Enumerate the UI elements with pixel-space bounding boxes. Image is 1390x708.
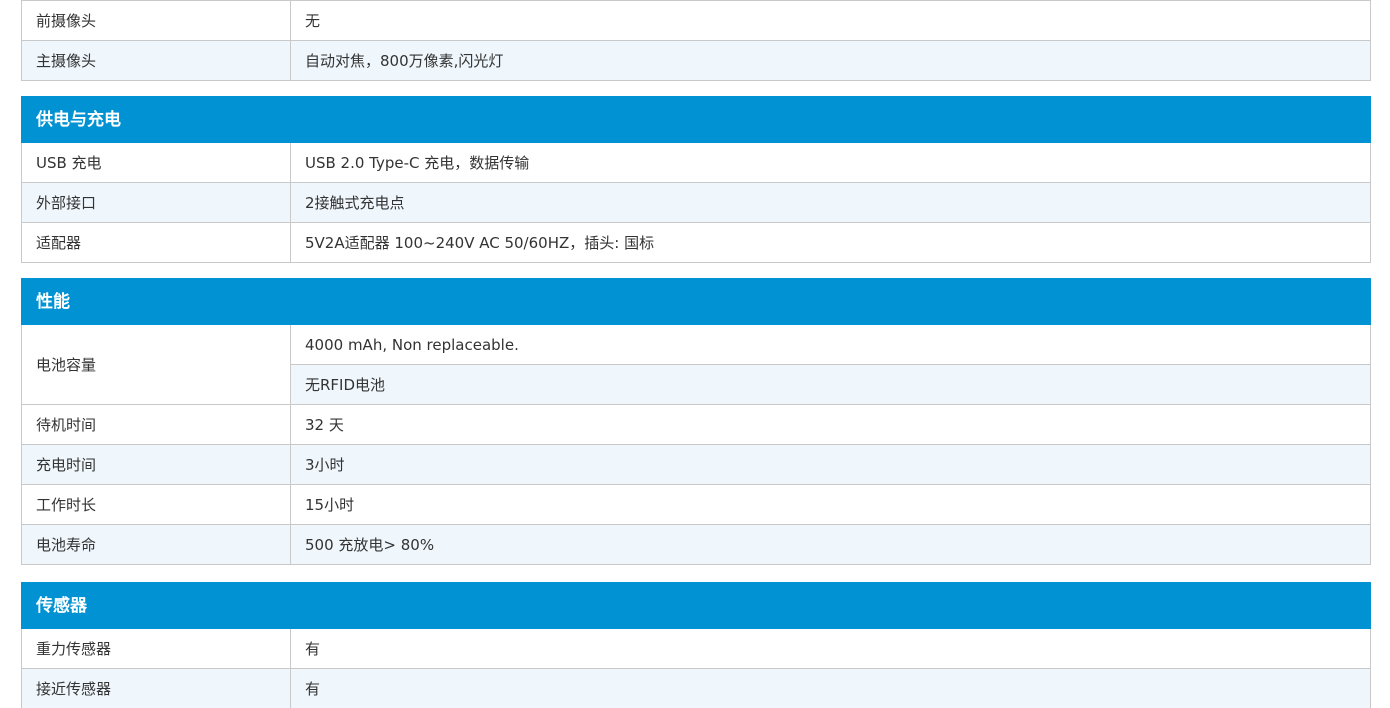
spec-page: 前摄像头 无 主摄像头 自动对焦，800万像素,闪光灯 供电与充电 USB 充电…: [0, 0, 1390, 708]
spec-label: 接近传感器: [21, 668, 291, 708]
table-row: 外部接口 2接触式充电点: [21, 182, 1371, 223]
spec-value: 3小时: [290, 444, 1371, 485]
section-header: 供电与充电: [21, 96, 1371, 143]
table-row: 接近传感器 有: [21, 668, 1371, 708]
table-row: 充电时间 3小时: [21, 444, 1371, 485]
section-title: 供电与充电: [21, 96, 1371, 143]
spec-value: 500 充放电> 80%: [290, 524, 1371, 565]
table-row: 前摄像头 无: [21, 0, 1371, 41]
table-row: USB 充电 USB 2.0 Type-C 充电，数据传输: [21, 142, 1371, 183]
spec-label: 电池寿命: [21, 524, 291, 565]
spec-label: 前摄像头: [21, 0, 291, 41]
spec-value: 15小时: [290, 484, 1371, 525]
spec-label: 外部接口: [21, 182, 291, 223]
power-spec-table: 供电与充电 USB 充电 USB 2.0 Type-C 充电，数据传输 外部接口…: [21, 96, 1371, 263]
camera-spec-table: 前摄像头 无 主摄像头 自动对焦，800万像素,闪光灯: [21, 0, 1371, 81]
section-title: 性能: [21, 278, 1371, 325]
section-title: 传感器: [21, 582, 1371, 629]
spec-value: 32 天: [290, 404, 1371, 445]
spec-label: 主摄像头: [21, 40, 291, 81]
section-header: 性能: [21, 278, 1371, 325]
table-row: 待机时间 32 天: [21, 404, 1371, 445]
spec-label: 工作时长: [21, 484, 291, 525]
spec-label: 充电时间: [21, 444, 291, 485]
spec-label: 电池容量: [21, 324, 291, 405]
spec-value: 2接触式充电点: [290, 182, 1371, 223]
spec-label: 重力传感器: [21, 628, 291, 669]
table-row: 电池容量 4000 mAh, Non replaceable.: [21, 324, 1371, 405]
spec-value: 无RFID电池: [290, 364, 1371, 405]
table-row: 主摄像头 自动对焦，800万像素,闪光灯: [21, 40, 1371, 81]
spec-value: 有: [290, 668, 1371, 708]
table-row: 重力传感器 有: [21, 628, 1371, 669]
spec-label: 待机时间: [21, 404, 291, 445]
sensors-spec-table: 传感器 重力传感器 有 接近传感器 有: [21, 582, 1371, 708]
table-row: 电池寿命 500 充放电> 80%: [21, 524, 1371, 565]
spec-label: 适配器: [21, 222, 291, 263]
spec-label: USB 充电: [21, 142, 291, 183]
spec-value: 无: [290, 0, 1371, 41]
table-row: 工作时长 15小时: [21, 484, 1371, 525]
table-row: 适配器 5V2A适配器 100~240V AC 50/60HZ，插头: 国标: [21, 222, 1371, 263]
section-header: 传感器: [21, 582, 1371, 629]
spec-value: USB 2.0 Type-C 充电，数据传输: [290, 142, 1371, 183]
spec-value: 有: [290, 628, 1371, 669]
spec-value: 4000 mAh, Non replaceable.: [290, 324, 1371, 365]
spec-value: 自动对焦，800万像素,闪光灯: [290, 40, 1371, 81]
performance-spec-table: 性能 电池容量 4000 mAh, Non replaceable. 无RFID…: [21, 278, 1371, 565]
spec-value: 5V2A适配器 100~240V AC 50/60HZ，插头: 国标: [290, 222, 1371, 263]
